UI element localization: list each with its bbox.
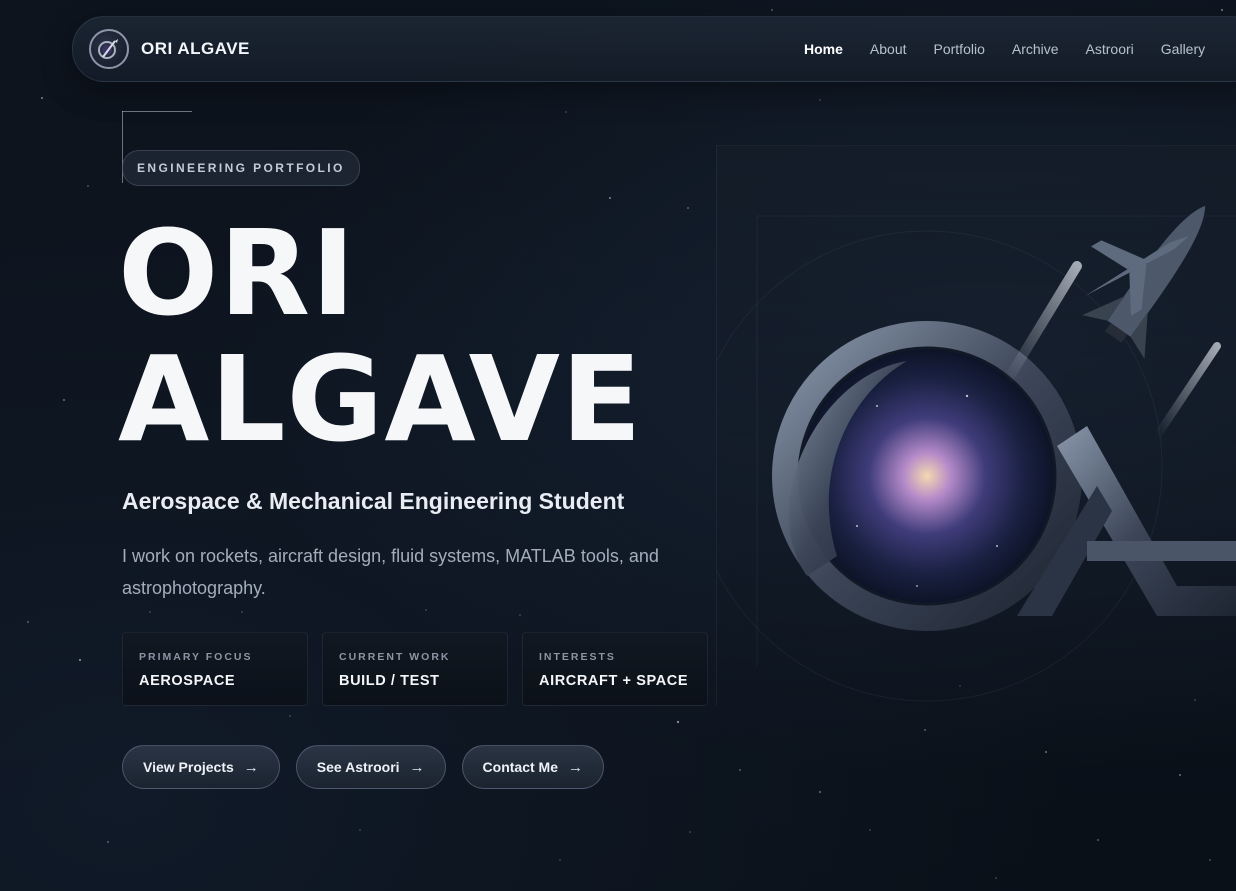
view-projects-button[interactable]: View Projects → (122, 745, 280, 789)
nav-link-archive[interactable]: Archive (1012, 41, 1059, 57)
nav-link-portfolio[interactable]: Portfolio (934, 41, 985, 57)
hero-subtitle: Aerospace & Mechanical Engineering Stude… (122, 488, 625, 514)
stat-label: PRIMARY FOCUS (139, 651, 253, 663)
arrow-right-icon: → (243, 758, 259, 776)
hero-description: I work on rockets, aircraft design, flui… (122, 546, 659, 598)
top-nav: ORI ALGAVE Home About Portfolio Archive … (72, 16, 1236, 82)
corner-line-horizontal (122, 111, 192, 112)
stat-label: INTERESTS (539, 651, 616, 663)
arrow-right-icon: → (409, 758, 425, 776)
contact-me-button[interactable]: Contact Me → (461, 745, 604, 789)
stat-value: AEROSPACE (139, 673, 236, 689)
hero-title-line-2: ALGAVE (118, 330, 643, 468)
stat-label: CURRENT WORK (339, 651, 451, 663)
nav-link-astroori[interactable]: Astroori (1086, 41, 1134, 57)
button-label: Contact Me (482, 759, 558, 775)
cta-buttons: View Projects → See Astroori → Contact M… (122, 745, 620, 789)
nav-link-home[interactable]: Home (804, 41, 843, 57)
stat-value: AIRCRAFT + SPACE (539, 673, 689, 689)
hero-artwork (716, 145, 1236, 706)
hero-title-line-1: ORI (118, 204, 357, 342)
stat-card-interests: INTERESTS AIRCRAFT + SPACE (522, 632, 708, 706)
stat-cards: PRIMARY FOCUS AEROSPACE CURRENT WORK BUI… (122, 632, 722, 706)
button-label: See Astroori (316, 759, 400, 775)
arrow-right-icon: → (567, 758, 583, 776)
page: ORI ALGAVE Home About Portfolio Archive … (0, 0, 1236, 891)
hero-title: ORI ALGAVE (118, 210, 738, 462)
stat-card-current-work: CURRENT WORK BUILD / TEST (322, 632, 508, 706)
nav-link-gallery[interactable]: Gallery (1161, 41, 1205, 57)
button-label: View Projects (143, 759, 234, 775)
nav-link-about[interactable]: About (870, 41, 907, 57)
oa-monogram-rocket-icon (717, 205, 1236, 702)
brand[interactable]: ORI ALGAVE (89, 29, 250, 69)
eyebrow-badge: ENGINEERING PORTFOLIO (122, 150, 360, 186)
brand-logo-icon (89, 29, 129, 69)
stat-value: BUILD / TEST (339, 673, 440, 689)
nav-links: Home About Portfolio Archive Astroori Ga… (804, 17, 1232, 81)
stat-card-primary-focus: PRIMARY FOCUS AEROSPACE (122, 632, 308, 706)
see-astroori-button[interactable]: See Astroori → (295, 745, 446, 789)
brand-name: ORI ALGAVE (141, 39, 250, 58)
